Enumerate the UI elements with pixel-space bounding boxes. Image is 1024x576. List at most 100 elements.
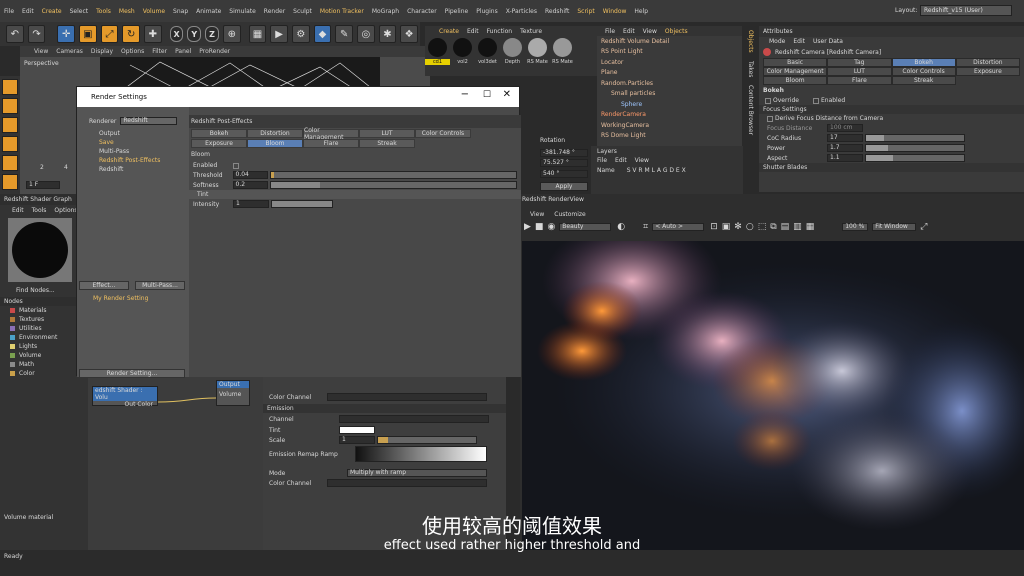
coc-radius-field[interactable]: 17 xyxy=(827,134,863,142)
object-item[interactable]: RenderCamera xyxy=(597,110,742,121)
node-category[interactable]: Utilities xyxy=(19,325,42,332)
object-item[interactable]: Redshift Volume Detail xyxy=(597,36,742,47)
render-picture-viewer-icon[interactable]: ▶ xyxy=(270,25,288,43)
menu-help[interactable]: Help xyxy=(634,8,648,15)
threshold-slider[interactable] xyxy=(270,171,517,179)
axis-y-button[interactable]: Y xyxy=(187,26,202,42)
menu-render[interactable]: Render xyxy=(264,8,285,15)
find-nodes-field[interactable]: Find Nodes... xyxy=(0,284,88,297)
attr-menu-mode[interactable]: Mode xyxy=(769,38,785,45)
snapshot-icon[interactable]: ▣ xyxy=(722,222,731,232)
node-category[interactable]: Volume xyxy=(19,352,41,359)
object-item[interactable]: Locator xyxy=(597,57,742,68)
menu-select[interactable]: Select xyxy=(70,8,89,15)
pe-tab-color-controls[interactable]: Color Controls xyxy=(415,129,471,138)
menu-x-particles[interactable]: X-Particles xyxy=(506,8,537,15)
menu-motion-tracker[interactable]: Motion Tracker xyxy=(320,8,364,15)
mode-select[interactable]: Multiply with ramp xyxy=(347,469,487,477)
menu-mograph[interactable]: MoGraph xyxy=(372,8,399,15)
menu-pipeline[interactable]: Pipeline xyxy=(445,8,468,15)
tree-item-redshift[interactable]: Redshift xyxy=(77,165,189,174)
node-category[interactable]: Color xyxy=(19,370,35,377)
pen-icon[interactable]: ✎ xyxy=(335,25,353,43)
clone-icon[interactable]: ⧉ xyxy=(770,222,776,232)
material-slot[interactable]: vol3det xyxy=(475,36,500,65)
workplane-icon[interactable] xyxy=(2,117,18,133)
object-item[interactable]: Plane xyxy=(597,68,742,79)
attr-tab-color-management[interactable]: Color Management xyxy=(763,67,828,76)
node-category[interactable]: Textures xyxy=(19,316,44,323)
multi-pass-button[interactable]: Multi-Pass... xyxy=(135,281,185,290)
pe-tab-lut[interactable]: LUT xyxy=(359,129,415,138)
subdivision-icon[interactable]: ◎ xyxy=(356,25,375,43)
axis-z-button[interactable]: Z xyxy=(205,26,219,42)
pe-tab-bloom[interactable]: Bloom xyxy=(247,139,303,148)
close-icon[interactable]: ✕ xyxy=(503,89,511,100)
pe-tab-bokeh[interactable]: Bokeh xyxy=(191,129,247,138)
expand-icon[interactable]: ⤢ xyxy=(920,222,927,232)
node-category[interactable]: Math xyxy=(19,361,34,368)
viewport-menu-prorender[interactable]: ProRender xyxy=(199,48,230,55)
effect-button[interactable]: Effect... xyxy=(79,281,129,290)
material-slot[interactable]: vol2 xyxy=(450,36,475,65)
menu-simulate[interactable]: Simulate xyxy=(229,8,256,15)
pe-tab-color-management[interactable]: Color Management xyxy=(303,127,359,141)
renderer-select[interactable]: Redshift xyxy=(120,117,177,125)
histogram-icon[interactable]: ▦ xyxy=(806,222,815,232)
object-item[interactable]: Random.Particles xyxy=(597,78,742,89)
my-render-setting[interactable]: My Render Setting xyxy=(93,295,148,302)
shader-menu-edit[interactable]: Edit xyxy=(12,207,24,214)
tint-section-header[interactable]: Tint xyxy=(189,190,521,199)
rotation-p-field[interactable]: 75.527 ° xyxy=(540,159,588,167)
frame-field[interactable]: 1 F xyxy=(26,181,60,189)
node-category[interactable]: Environment xyxy=(19,334,57,341)
viewport-menu-display[interactable]: Display xyxy=(91,48,113,55)
scale-field[interactable]: 1 xyxy=(339,436,375,444)
bloom-enabled-checkbox[interactable] xyxy=(233,162,239,169)
object-item[interactable]: RS Dome Light xyxy=(597,131,742,142)
pe-tab-flare[interactable]: Flare xyxy=(303,139,359,148)
sphere-icon[interactable]: ○ xyxy=(746,222,754,232)
material-slot[interactable]: RS Mate xyxy=(525,36,550,65)
menu-plugins[interactable]: Plugins xyxy=(476,8,498,15)
intensity-slider[interactable] xyxy=(271,200,333,208)
aspect-slider[interactable] xyxy=(865,154,965,162)
material-slot[interactable]: cd1 xyxy=(425,36,450,65)
mat-menu-function[interactable]: Function xyxy=(487,28,513,35)
deformer-icon[interactable]: ❖ xyxy=(400,25,418,43)
texture-mode-icon[interactable] xyxy=(2,98,18,114)
obj-menu-file[interactable]: File xyxy=(605,28,615,35)
pe-tab-exposure[interactable]: Exposure xyxy=(191,139,247,148)
object-item[interactable]: WorkingCamera xyxy=(597,120,742,131)
menu-mesh[interactable]: Mesh xyxy=(119,8,135,15)
coc-radius-slider[interactable] xyxy=(865,134,965,142)
attr-tab-bloom[interactable]: Bloom xyxy=(763,76,828,85)
menu-create[interactable]: Create xyxy=(42,8,62,15)
attr-tab-streak[interactable]: Streak xyxy=(891,76,956,85)
polygons-mode-icon[interactable] xyxy=(2,174,18,190)
renderview-menu-view[interactable]: View xyxy=(530,211,544,218)
menu-script[interactable]: Script xyxy=(577,8,594,15)
enabled-checkbox[interactable] xyxy=(812,97,819,104)
shader-menu-options[interactable]: Options xyxy=(54,207,77,214)
menu-snap[interactable]: Snap xyxy=(173,8,188,15)
attr-tab-basic[interactable]: Basic xyxy=(763,58,828,67)
menu-volume[interactable]: Volume xyxy=(143,8,165,15)
focus-settings-header[interactable]: Focus Settings xyxy=(759,105,1024,114)
aspect-field[interactable]: 1.1 xyxy=(827,154,863,162)
viewport-menu-filter[interactable]: Filter xyxy=(152,48,167,55)
obj-menu-view[interactable]: View xyxy=(643,28,657,35)
layers-menu-file[interactable]: File xyxy=(597,157,607,164)
node-category[interactable]: Lights xyxy=(19,343,37,350)
redo-icon[interactable]: ↷ xyxy=(27,25,46,43)
lock-icon[interactable]: ⊡ xyxy=(710,222,718,232)
side-tab-objects[interactable]: Objects xyxy=(743,26,758,57)
attr-tab-bokeh[interactable]: Bokeh xyxy=(891,58,956,67)
model-mode-icon[interactable] xyxy=(2,79,18,95)
tree-item-multi-pass[interactable]: Multi-Pass xyxy=(77,147,189,156)
layers-menu-view[interactable]: View xyxy=(635,157,649,164)
intensity-field[interactable]: 1 xyxy=(233,200,269,208)
obj-menu-edit[interactable]: Edit xyxy=(623,28,635,35)
rotation-b-field[interactable]: 540 ° xyxy=(540,170,588,178)
material-slot[interactable]: Depth xyxy=(500,36,525,65)
